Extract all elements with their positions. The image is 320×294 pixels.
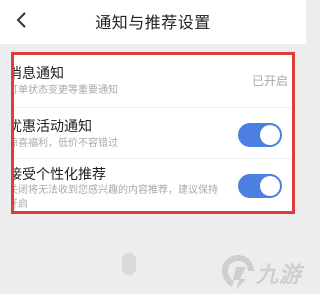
- toggle-knob: [260, 125, 280, 145]
- setting-description: 订单状态变更等重要通知: [11, 85, 118, 96]
- toggle-knob: [260, 176, 280, 196]
- personalized-recommendation-toggle[interactable]: [238, 174, 282, 198]
- watermark-text: 九游: [256, 263, 303, 288]
- setting-description: 惊喜福利，低价不容错过: [11, 138, 118, 149]
- settings-screen: 通知与推荐设置 消息通知 订单状态变更等重要通知 已开启 优惠活动通知 惊喜福利…: [0, 0, 306, 294]
- watermark: 九游: [218, 252, 302, 292]
- setting-title: 接受个性化推荐: [11, 167, 106, 183]
- setting-row-promotion-notification: 优惠活动通知 惊喜福利，低价不容错过: [14, 108, 292, 160]
- notification-settings-card: 消息通知 订单状态变更等重要通知 已开启 优惠活动通知 惊喜福利，低价不容错过 …: [11, 52, 295, 214]
- status-text: 已开启: [251, 74, 288, 88]
- nav-bar: 通知与推荐设置: [0, 0, 306, 44]
- setting-description-line1: 关闭将无法收到您感兴趣的内容推荐，建议保持: [11, 185, 218, 196]
- setting-description-line2: 开启: [14, 199, 28, 210]
- promotion-notification-toggle[interactable]: [238, 123, 282, 147]
- page-title: 通知与推荐设置: [95, 13, 211, 32]
- setting-title: 优惠活动通知: [11, 119, 92, 135]
- setting-row-message-notification[interactable]: 消息通知 订单状态变更等重要通知 已开启: [14, 55, 292, 107]
- background-shape: [122, 253, 136, 275]
- jiuyou-logo-icon: [222, 255, 254, 290]
- setting-row-personalized-recommendation: 接受个性化推荐 关闭将无法收到您感兴趣的内容推荐，建议保持 开启: [14, 159, 292, 211]
- setting-title: 消息通知: [11, 66, 64, 82]
